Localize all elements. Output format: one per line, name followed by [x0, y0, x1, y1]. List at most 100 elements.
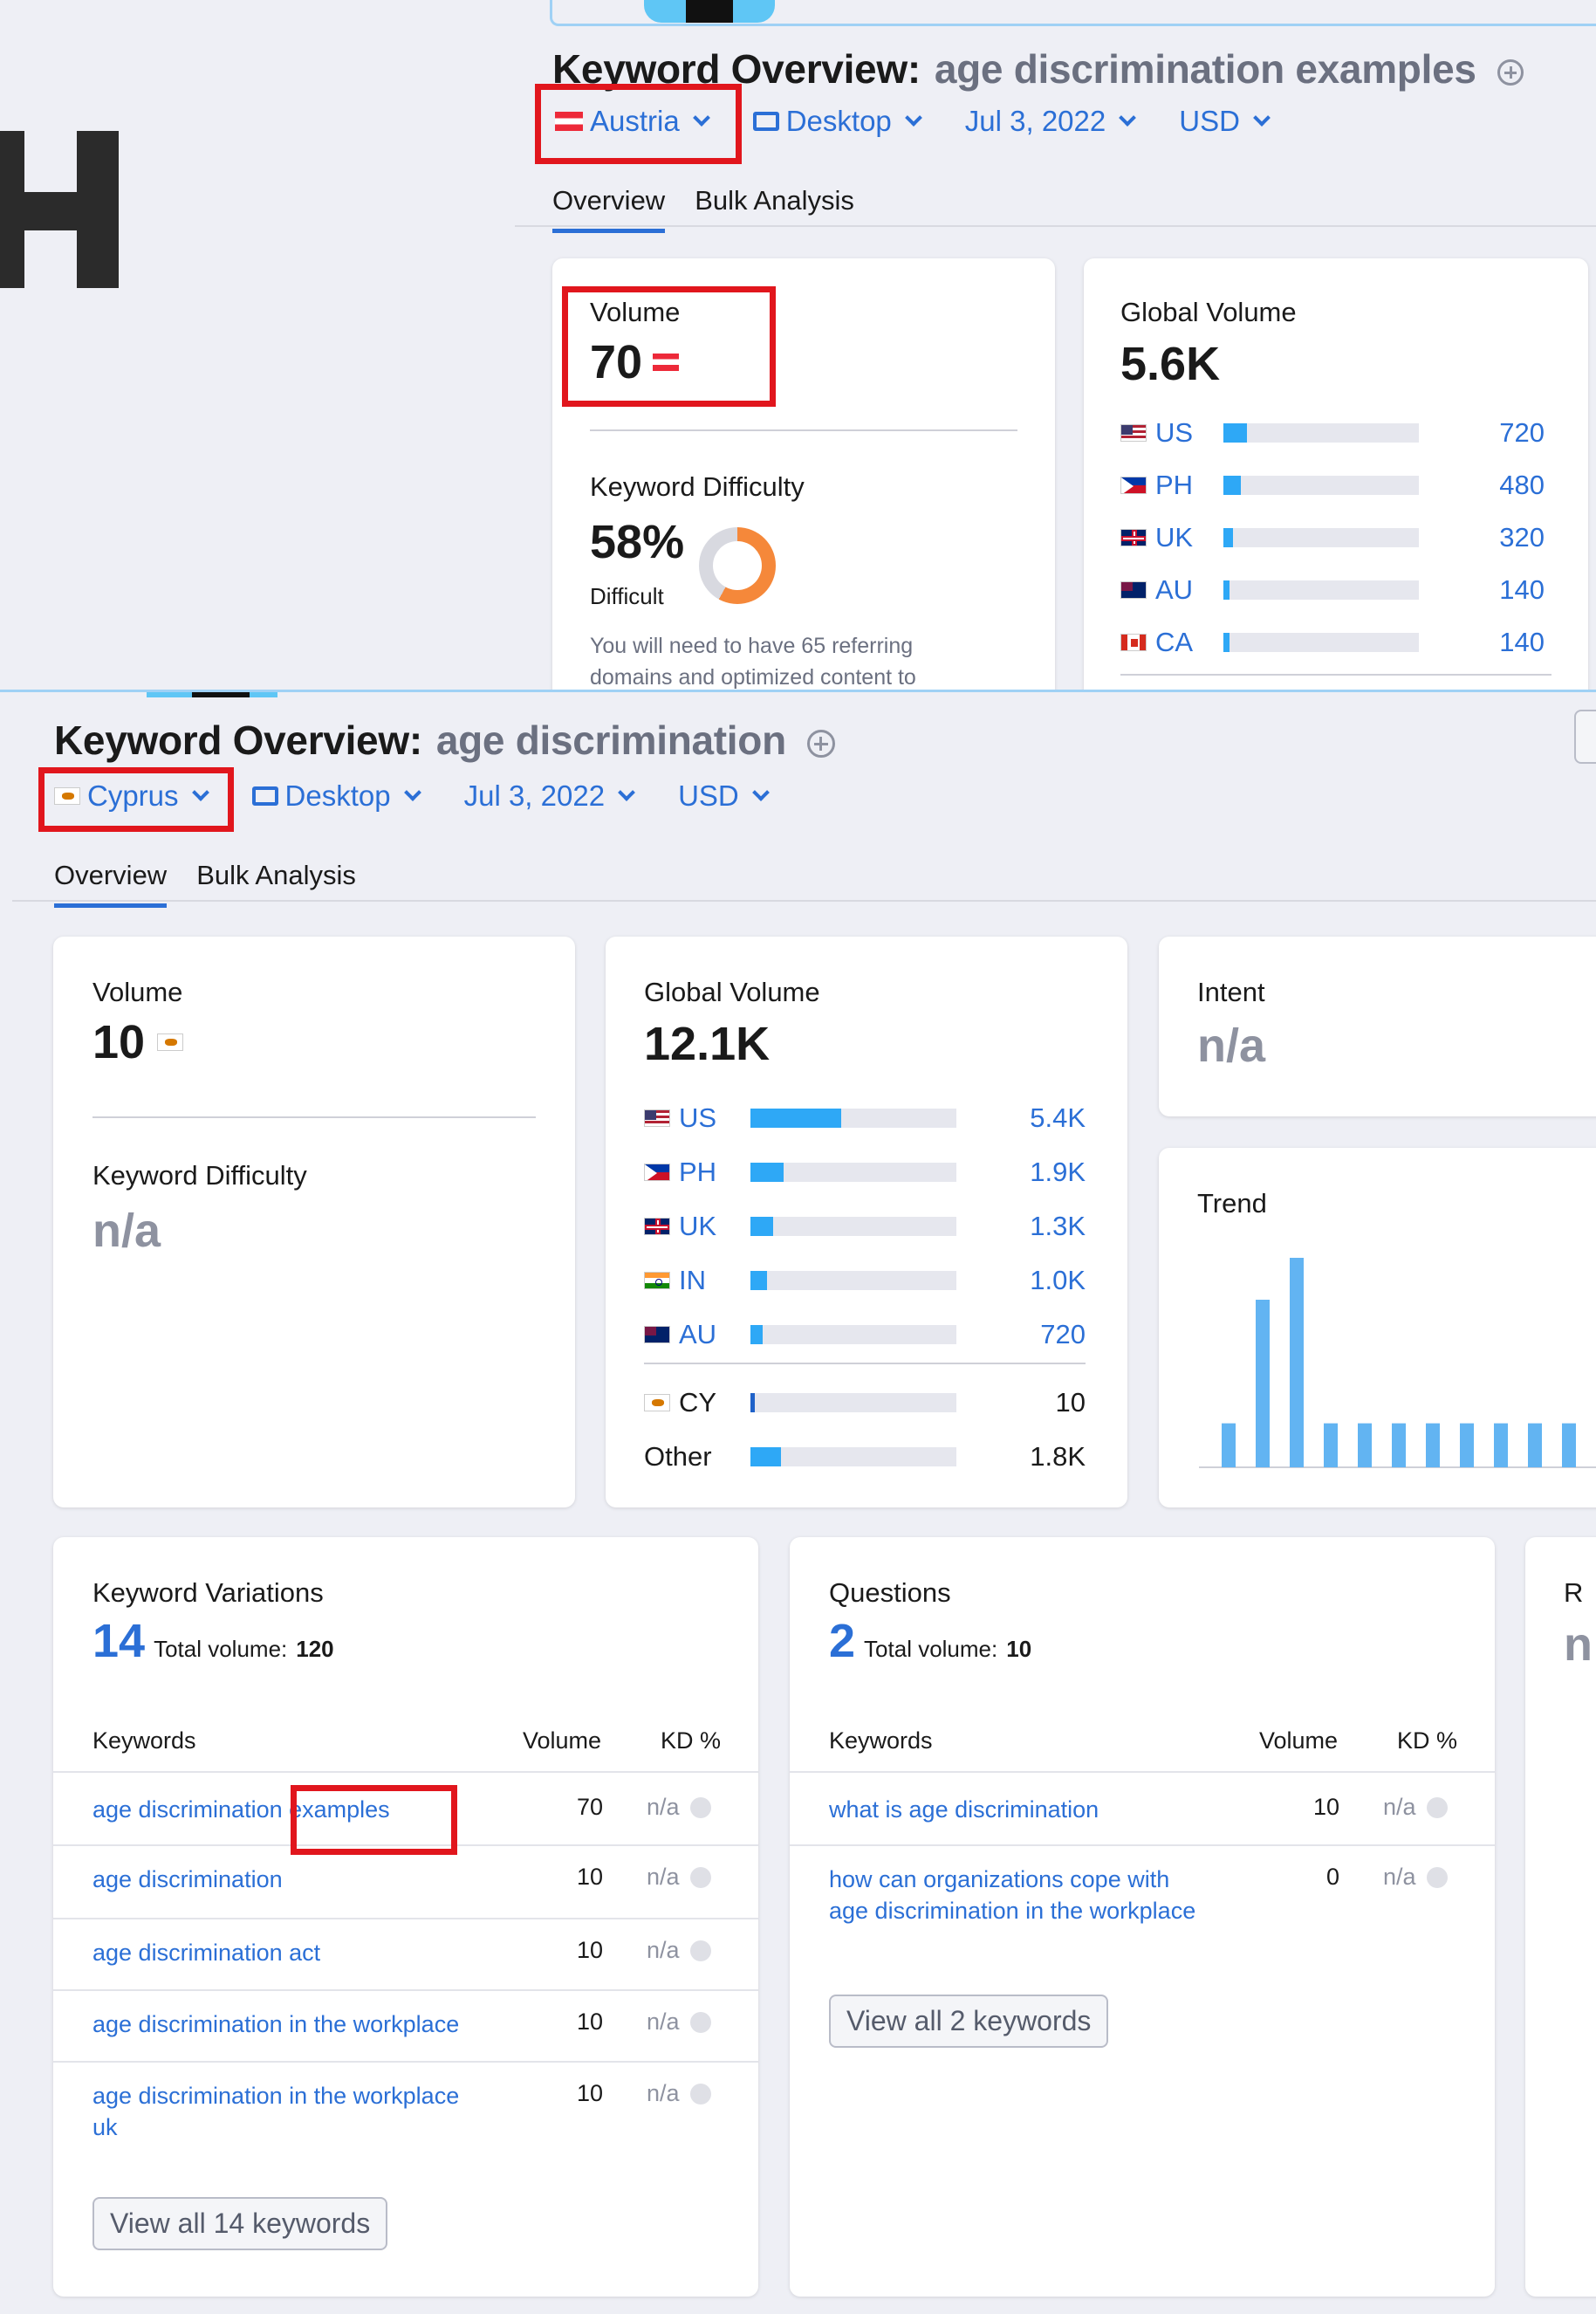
top-device-select[interactable]: Desktop — [752, 105, 922, 138]
cyprus-flag-icon — [157, 1033, 184, 1051]
global-divider — [644, 1363, 1086, 1364]
country-volume: 1.8K — [1030, 1441, 1086, 1472]
chevron-down-icon — [751, 784, 770, 801]
keyword-line-2: age discrimination in the workplace — [829, 1898, 1196, 1924]
top-kd-label: Keyword Difficulty — [590, 471, 805, 502]
variations-card: Keyword Variations 14 Total volume: 120 … — [53, 1537, 758, 2297]
questions-title: Questions — [829, 1577, 951, 1608]
trend-bar[interactable] — [1324, 1423, 1338, 1467]
kd-dot-icon — [689, 2083, 711, 2105]
table-row: age discrimination in the workplace uk 10… — [53, 2061, 758, 2148]
top-currency-select[interactable]: USD — [1179, 105, 1271, 138]
in-flag-icon — [644, 1272, 670, 1289]
volume-bar — [750, 1217, 773, 1236]
add-keyword-icon[interactable] — [1497, 58, 1524, 86]
kd-value: n/a — [647, 2008, 680, 2035]
keyword-link[interactable]: age discrimination in the workplace — [92, 2008, 459, 2040]
top-global-card: Global Volume 5.6K US 720 PH 480 UK 320 AU 1… — [1084, 258, 1588, 690]
top-kd-level: Difficult — [590, 583, 664, 609]
global-row: PH 1.9K — [644, 1155, 1086, 1190]
background-logo — [0, 113, 140, 297]
main-trend-label: Trend — [1197, 1188, 1267, 1219]
kd-value: n/a — [647, 1864, 680, 1890]
chevron-down-icon — [618, 784, 635, 801]
top-global-value: 5.6K — [1120, 338, 1221, 390]
main-date-select[interactable]: Jul 3, 2022 — [464, 779, 635, 813]
variations-title: Keyword Variations — [92, 1577, 324, 1608]
keyword-link[interactable]: what is age discrimination — [829, 1794, 1099, 1825]
keyword-link[interactable]: age discrimination in the workplace uk — [92, 2080, 459, 2143]
country-volume: 10 — [1055, 1387, 1086, 1418]
keyword-link[interactable]: age discrimination — [92, 1864, 283, 1895]
country-code: UK — [679, 1211, 717, 1241]
global-row: PH 480 — [1120, 468, 1545, 503]
kd-dot-icon — [689, 1866, 711, 1888]
top-country-highlight — [535, 84, 742, 164]
global-row: IN 1.0K — [644, 1263, 1086, 1298]
kd-value: n/a — [1383, 1794, 1416, 1820]
trend-bar[interactable] — [1460, 1423, 1474, 1467]
variations-count[interactable]: 14 — [92, 1614, 145, 1668]
trend-bar[interactable] — [1528, 1423, 1542, 1467]
main-device-select[interactable]: Desktop — [251, 779, 421, 813]
kd-value: n/a — [647, 1794, 680, 1820]
main-intent-card: Intent n/a — [1159, 937, 1596, 1116]
top-date-select[interactable]: Jul 3, 2022 — [965, 105, 1137, 138]
au-flag-icon — [644, 1326, 670, 1343]
trend-bar[interactable] — [1256, 1300, 1270, 1467]
top-avatar-dark — [686, 0, 733, 23]
trend-bar[interactable] — [1392, 1423, 1406, 1467]
main-intent-value: n/a — [1197, 1020, 1266, 1072]
trend-bar[interactable] — [1562, 1423, 1576, 1467]
chevron-down-icon — [1119, 109, 1137, 127]
main-country-highlight — [38, 767, 234, 832]
variations-header-kd[interactable]: KD % — [661, 1727, 721, 1754]
top-global-divider — [1120, 674, 1551, 676]
questions-card: Questions 2 Total volume: 10 Keywords Vo… — [790, 1537, 1495, 2297]
uk-flag-icon — [644, 1218, 670, 1235]
top-volume-divider — [590, 429, 1017, 431]
cyprus-flag-icon — [644, 1394, 670, 1411]
trend-bar[interactable] — [1426, 1423, 1440, 1467]
partial-card-letter-2: n — [1564, 1618, 1593, 1671]
volume-bar — [750, 1271, 767, 1290]
questions-header-keywords: Keywords — [829, 1727, 933, 1754]
trend-bar[interactable] — [1494, 1423, 1508, 1467]
trend-bar[interactable] — [1290, 1258, 1304, 1467]
keyword-line-2: uk — [92, 2114, 118, 2140]
questions-header-volume[interactable]: Volume — [1259, 1727, 1338, 1754]
keyword-link[interactable]: age discrimination act — [92, 1937, 320, 1968]
volume-cell: 10 — [576, 1864, 603, 1890]
trend-bar[interactable] — [1222, 1423, 1236, 1467]
country-volume: 1.9K — [1030, 1157, 1086, 1187]
country-volume: 1.0K — [1030, 1265, 1086, 1295]
top-kd-donut-icon — [699, 527, 776, 604]
volume-bar — [750, 1325, 764, 1344]
keyword-link[interactable]: how can organizations cope with age discr… — [829, 1864, 1195, 1926]
country-code: UK — [1155, 522, 1194, 553]
kd-cell: n/a — [647, 1864, 711, 1891]
volume-cell: 0 — [1325, 1864, 1339, 1890]
add-keyword-icon[interactable] — [807, 729, 836, 758]
main-currency-select[interactable]: USD — [678, 779, 770, 813]
questions-count[interactable]: 2 — [829, 1614, 855, 1668]
variations-header-volume[interactable]: Volume — [523, 1727, 601, 1754]
main-volume-divider — [92, 1116, 536, 1118]
top-keyword: age discrimination examples — [934, 46, 1476, 92]
table-row: how can organizations cope with age discr… — [790, 1844, 1495, 1932]
country-volume: 5.4K — [1030, 1102, 1086, 1133]
main-volume-number: 10 — [92, 1016, 146, 1068]
country-code: Other — [644, 1441, 712, 1472]
main-device-label: Desktop — [284, 779, 391, 812]
view-all-variations-button[interactable]: View all 14 keywords — [92, 2197, 388, 2250]
ph-flag-icon — [1120, 477, 1147, 494]
main-trend-card: Trend — [1159, 1148, 1596, 1507]
view-all-questions-button[interactable]: View all 2 keywords — [829, 1995, 1109, 2048]
trend-bar[interactable] — [1358, 1423, 1372, 1467]
main-header-button-fragment[interactable] — [1574, 710, 1596, 764]
main-screenshot: Keyword Overview: age discrimination Cypr… — [0, 690, 1596, 2314]
country-volume: 480 — [1499, 470, 1545, 500]
questions-header-kd[interactable]: KD % — [1397, 1727, 1457, 1754]
country-volume: 1.3K — [1030, 1211, 1086, 1241]
table-row: age discrimination in the workplace 10 n… — [53, 1989, 758, 2061]
